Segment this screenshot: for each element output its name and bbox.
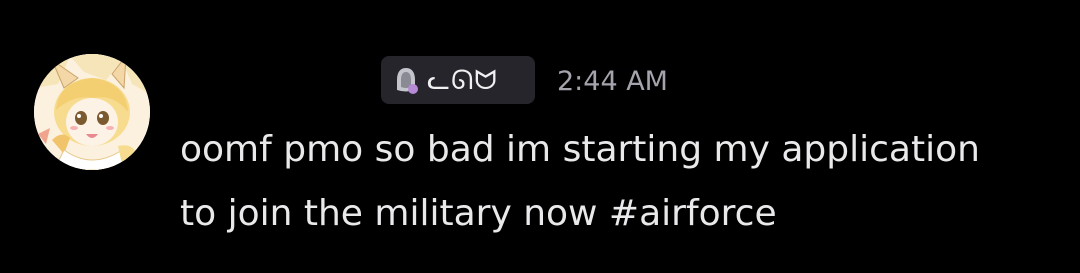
guild-tag-label: ᓚᘏᗢ [427, 64, 498, 96]
chat-message: ᓚᘏᗢ 2:44 AM oomf pmo so bad im starting … [0, 0, 1080, 273]
message-content: oomf pmo so bad im starting my applicati… [180, 118, 1060, 246]
guild-tag-icon [393, 65, 419, 95]
message-line: to join the military now #airforce [180, 193, 777, 234]
guild-tag[interactable]: ᓚᘏᗢ [381, 56, 535, 104]
message-line: oomf pmo so bad im starting my applicati… [180, 129, 980, 170]
user-avatar[interactable] [34, 54, 150, 170]
message-timestamp[interactable]: 2:44 AM [557, 66, 668, 98]
anime-avatar-icon [34, 54, 150, 170]
